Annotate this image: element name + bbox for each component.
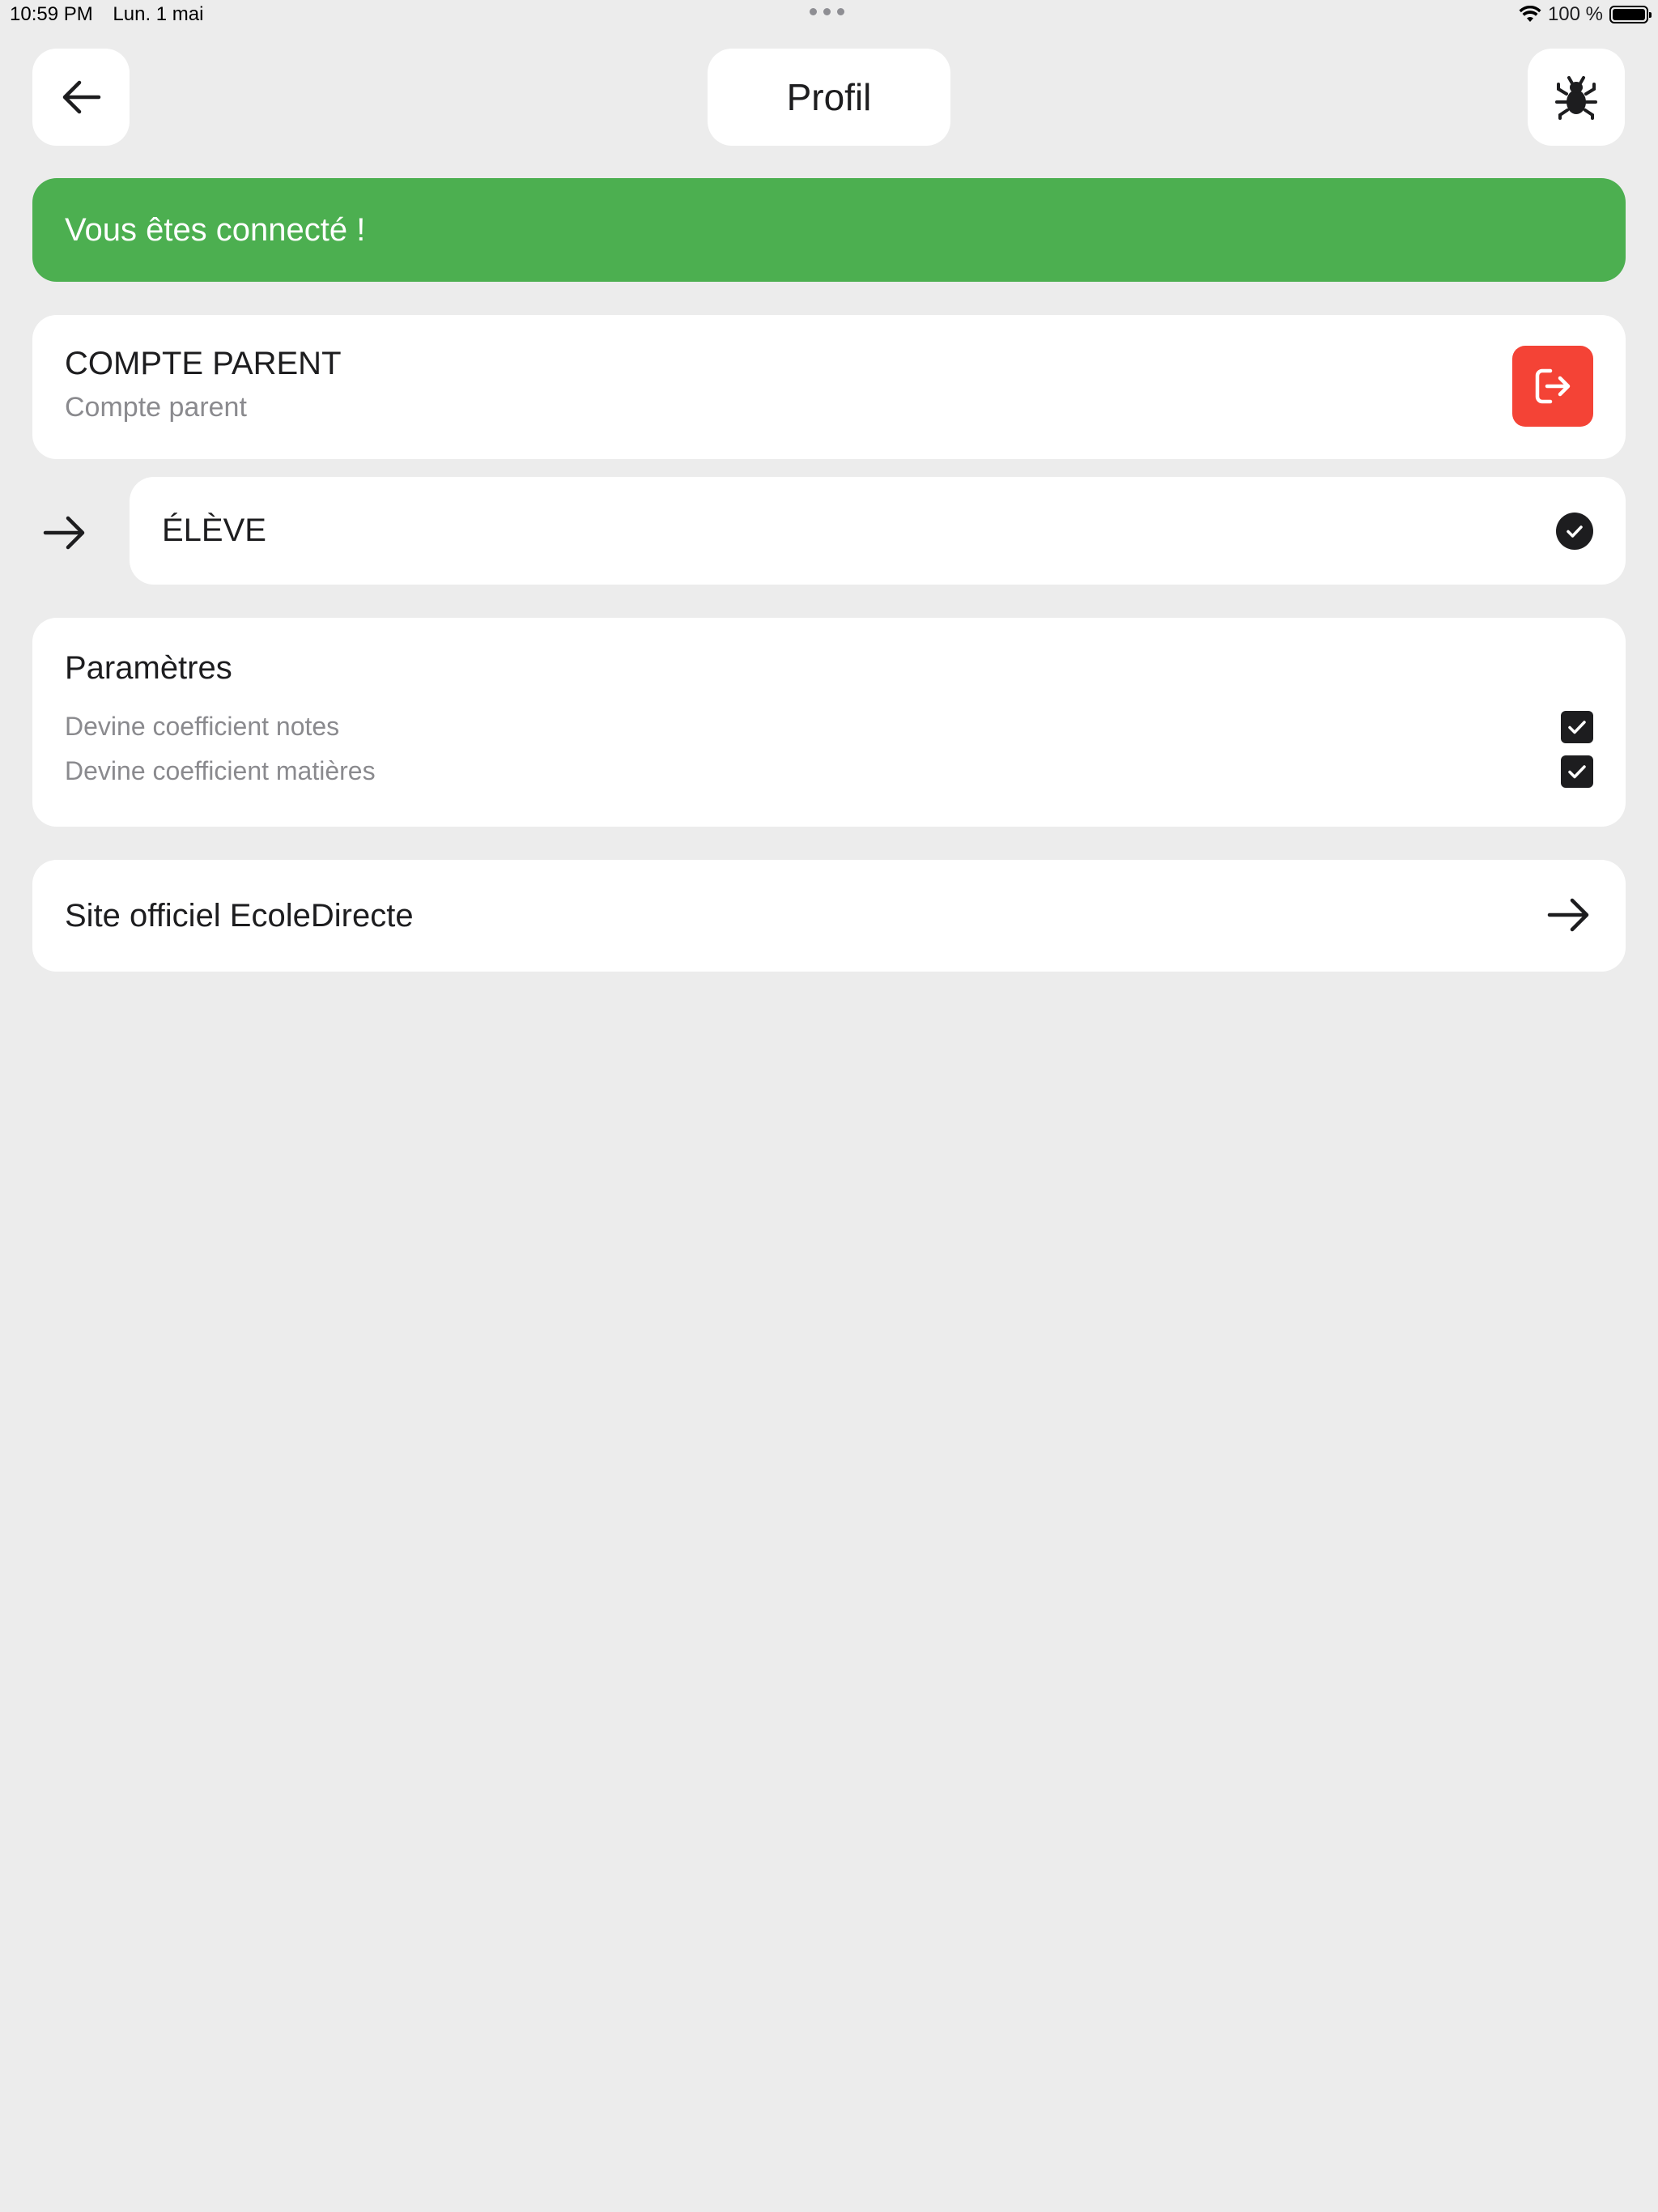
official-site-label: Site officiel EcoleDirecte xyxy=(65,897,414,934)
student-name: ÉLÈVE xyxy=(162,513,266,548)
status-date: Lun. 1 mai xyxy=(113,3,204,25)
bug-icon xyxy=(1555,76,1597,120)
status-bar: 10:59 PM Lun. 1 mai 100 % xyxy=(0,0,1658,32)
battery-fill xyxy=(1613,9,1645,20)
account-type: Compte parent xyxy=(65,392,247,423)
status-indicators: 100 % xyxy=(1519,3,1652,26)
multitasking-dots-icon[interactable] xyxy=(810,8,844,15)
connected-banner: Vous êtes connecté ! xyxy=(32,178,1626,282)
setting-guess-subject-coefficient[interactable]: Devine coefficient matières xyxy=(65,749,1593,793)
checkbox-checked-icon[interactable] xyxy=(1561,755,1593,788)
bug-report-button[interactable] xyxy=(1528,49,1625,146)
arrow-right-icon xyxy=(43,516,85,550)
student-item[interactable]: ÉLÈVE xyxy=(130,477,1626,585)
checkbox-checked-icon[interactable] xyxy=(1561,711,1593,743)
settings-title: Paramètres xyxy=(65,650,232,686)
setting-label: Devine coefficient matières xyxy=(65,756,376,785)
selected-check-icon xyxy=(1556,513,1593,550)
wifi-icon xyxy=(1519,6,1541,22)
arrow-left-icon xyxy=(62,80,101,114)
account-card: COMPTE PARENT Compte parent xyxy=(32,315,1626,459)
official-site-link[interactable]: Site officiel EcoleDirecte xyxy=(32,860,1626,972)
account-name: COMPTE PARENT xyxy=(65,346,342,381)
logout-icon xyxy=(1535,368,1571,404)
status-time: 10:59 PM xyxy=(10,3,93,25)
setting-label: Devine coefficient notes xyxy=(65,712,340,741)
battery-percent: 100 % xyxy=(1547,3,1603,25)
battery-icon xyxy=(1609,6,1652,23)
arrow-right-icon xyxy=(1547,898,1589,932)
status-time-date: 10:59 PM Lun. 1 mai xyxy=(10,3,218,26)
back-button[interactable] xyxy=(32,49,130,146)
logout-button[interactable] xyxy=(1512,346,1593,427)
setting-guess-grade-coefficient[interactable]: Devine coefficient notes xyxy=(65,704,1593,749)
page-title: Profil xyxy=(708,49,950,146)
settings-card: Paramètres Devine coefficient notes Devi… xyxy=(32,618,1626,827)
